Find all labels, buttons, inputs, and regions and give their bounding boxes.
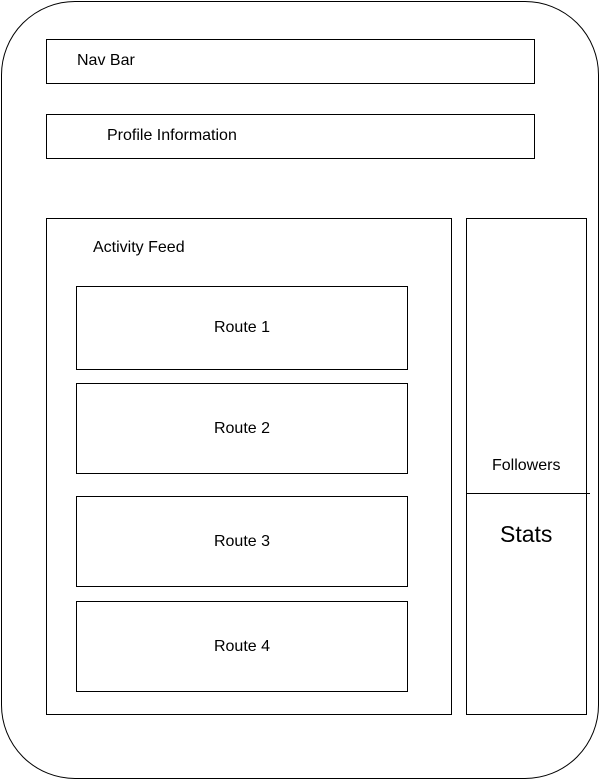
- route-label: Route 4: [213, 637, 271, 655]
- route-card[interactable]: Route 4: [76, 601, 408, 692]
- route-card[interactable]: Route 3: [76, 496, 408, 587]
- route-label: Route 3: [213, 532, 271, 550]
- route-label: Route 2: [213, 419, 271, 437]
- stats-label: Stats: [500, 521, 553, 547]
- nav-bar-label: Nav Bar: [77, 52, 135, 69]
- activity-feed: Activity Feed Route 1 Route 2 Route 3 Ro…: [46, 218, 452, 715]
- nav-bar[interactable]: Nav Bar: [46, 39, 535, 84]
- activity-feed-label: Activity Feed: [93, 239, 185, 256]
- route-card[interactable]: Route 2: [76, 383, 408, 474]
- route-card[interactable]: Route 1: [76, 286, 408, 370]
- profile-information-label: Profile Information: [107, 127, 237, 144]
- profile-information: Profile Information: [46, 114, 535, 159]
- route-label: Route 1: [213, 319, 271, 336]
- sidebar-divider: [466, 493, 590, 494]
- followers-label: Followers: [492, 457, 561, 474]
- sidebar-panel: Followers Stats: [466, 218, 587, 715]
